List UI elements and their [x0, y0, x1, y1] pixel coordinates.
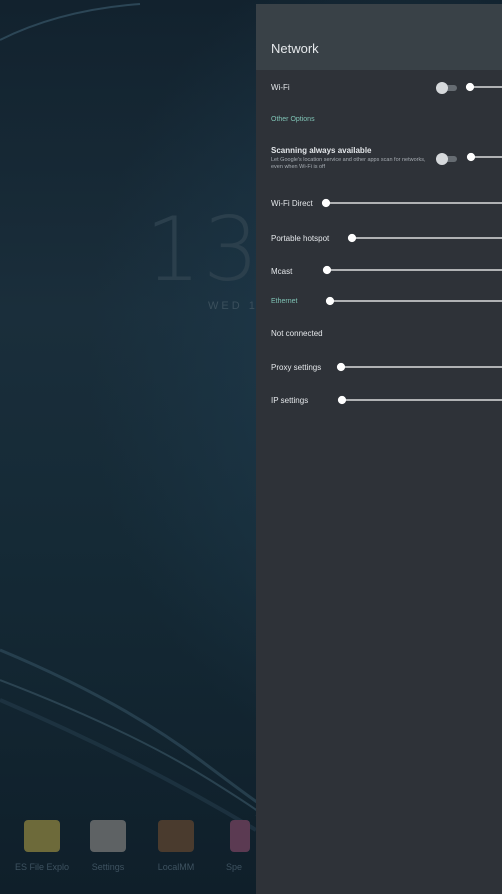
film-icon [158, 820, 194, 852]
wifi-toggle[interactable] [436, 82, 460, 94]
proxy-settings-item[interactable]: Proxy settings [271, 363, 321, 372]
dock-app-label: Spe [225, 862, 242, 872]
other-options-header: Other Options [271, 116, 315, 123]
wallpaper-swoosh [0, 3, 256, 832]
scanning-label[interactable]: Scanning always available [271, 146, 372, 155]
toggle-thumb [436, 153, 448, 165]
dock-app-localmm[interactable]: LocalMM [146, 820, 206, 872]
scanning-description: Let Google's location service and other … [271, 157, 426, 170]
ethernet-status: Not connected [271, 329, 323, 338]
scanning-toggle[interactable] [436, 153, 460, 165]
network-settings-panel: Network Wi-Fi Other Options Scanning alw… [256, 4, 502, 894]
mcast-item[interactable]: Mcast [271, 267, 292, 276]
dock-app-es-file-explorer[interactable]: ES File Explo [12, 820, 72, 872]
dock-app-settings[interactable]: Settings [78, 820, 138, 872]
portable-hotspot-item[interactable]: Portable hotspot [271, 234, 329, 243]
wifi-direct-item[interactable]: Wi-Fi Direct [271, 199, 313, 208]
ethernet-header: Ethernet [271, 298, 298, 305]
page-title: Network [271, 41, 319, 56]
app-dock: ES File Explo Settings LocalMM Spe [0, 812, 256, 884]
dock-app-spe[interactable]: Spe [212, 820, 256, 872]
ip-settings-item[interactable]: IP settings [271, 396, 308, 405]
dock-app-label: Settings [91, 862, 125, 872]
dock-app-label: LocalMM [157, 862, 195, 872]
date-widget: WED 1 [208, 300, 258, 312]
folder-icon [24, 820, 60, 852]
wifi-label[interactable]: Wi-Fi [271, 83, 290, 92]
settings-icon [90, 820, 126, 852]
clock-widget: 13 [145, 198, 261, 301]
panel-header: Network [256, 4, 502, 70]
dock-app-label: ES File Explo [14, 862, 70, 872]
toggle-thumb [436, 82, 448, 94]
app-icon [230, 820, 250, 852]
